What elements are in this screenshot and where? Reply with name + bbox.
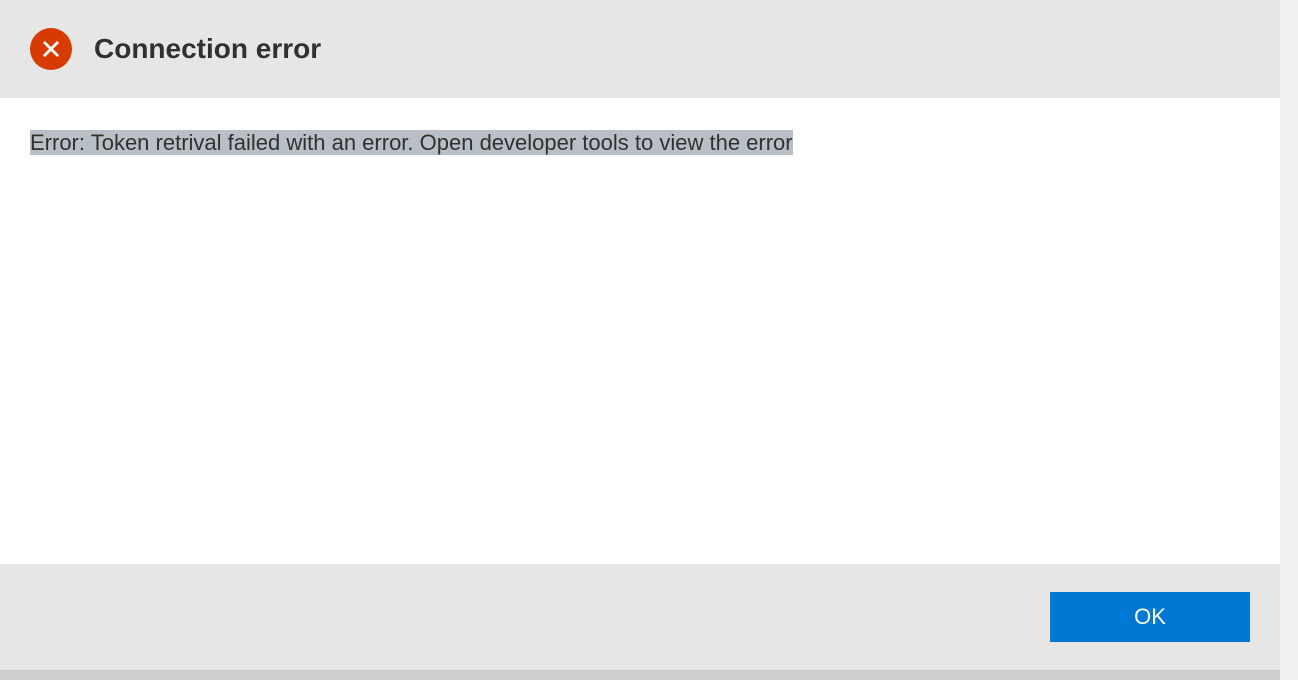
- ok-button[interactable]: OK: [1050, 592, 1250, 642]
- dialog-header: Connection error: [0, 0, 1280, 98]
- bottom-shadow: [0, 670, 1280, 680]
- dialog-footer: OK: [0, 564, 1280, 670]
- error-message: Error: Token retrival failed with an err…: [30, 130, 793, 155]
- error-icon: [30, 28, 72, 70]
- dialog-title: Connection error: [94, 33, 321, 65]
- error-dialog: Connection error Error: Token retrival f…: [0, 0, 1280, 670]
- dialog-body: Error: Token retrival failed with an err…: [0, 98, 1280, 564]
- scrollbar-track[interactable]: [1280, 0, 1298, 680]
